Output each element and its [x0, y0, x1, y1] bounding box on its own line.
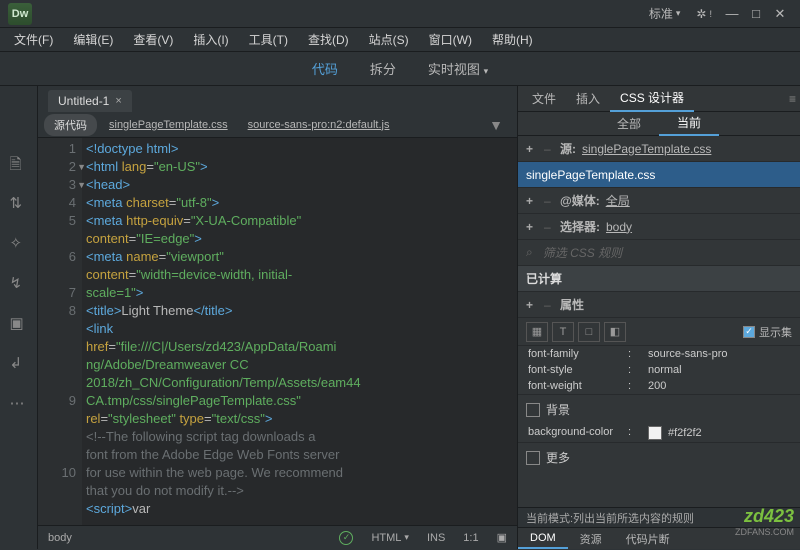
breadcrumb[interactable]: body: [44, 532, 76, 544]
arrows-icon[interactable]: ⇅: [10, 194, 28, 212]
subtab-current[interactable]: 当前: [659, 111, 719, 136]
property-row[interactable]: font-style:normal: [518, 362, 800, 378]
mode-status: 当前模式:列出当前所选内容的规则: [518, 507, 800, 527]
source-code-pill[interactable]: 源代码: [44, 114, 97, 136]
app-logo: Dw: [8, 3, 32, 25]
search-icon: ⌕: [526, 245, 533, 260]
subtab-all[interactable]: 全部: [599, 112, 659, 135]
property-row[interactable]: font-weight:200: [518, 378, 800, 394]
border-category-icon[interactable]: □: [578, 322, 600, 342]
funnel-icon[interactable]: ▼: [489, 117, 511, 133]
related-file[interactable]: singlePageTemplate.css: [101, 119, 236, 131]
computed-header[interactable]: 已计算: [518, 266, 800, 292]
file-tab-label: Untitled-1: [58, 94, 109, 108]
media-header[interactable]: + – @媒体: 全局: [518, 188, 800, 214]
lint-ok-icon[interactable]: ✓: [339, 531, 353, 545]
maximize-button[interactable]: □: [746, 6, 766, 22]
menu-item[interactable]: 窗口(W): [419, 31, 482, 48]
background-section[interactable]: 背景: [518, 394, 800, 424]
close-button[interactable]: ✕: [770, 6, 790, 22]
menu-item[interactable]: 插入(I): [183, 31, 238, 48]
insert-mode[interactable]: INS: [423, 532, 449, 544]
show-set-toggle[interactable]: ✓ 显示集: [743, 324, 792, 340]
checkbox-icon[interactable]: ✓: [743, 326, 755, 338]
filter-row[interactable]: ⌕ 筛选 CSS 规则: [518, 240, 800, 266]
workspace-switcher[interactable]: 标准▾: [641, 5, 689, 22]
layout-category-icon[interactable]: ▦: [526, 322, 548, 342]
view-split[interactable]: 拆分: [368, 55, 398, 82]
sources-header[interactable]: + – 源: singlePageTemplate.css: [518, 136, 800, 162]
file-management-icon[interactable]: 🗎: [10, 154, 28, 172]
sync-settings-icon[interactable]: ✲!: [688, 7, 720, 21]
close-icon[interactable]: ×: [115, 95, 121, 107]
more-section[interactable]: 更多: [518, 442, 800, 472]
more-icon[interactable]: ⋯: [10, 394, 28, 412]
tab-insert[interactable]: 插入: [566, 86, 610, 111]
plus-icon[interactable]: +: [526, 220, 538, 234]
code-editor[interactable]: 12▼3▼45678910 <!doctype html><html lang=…: [38, 138, 517, 525]
property-row[interactable]: font-family:source-sans-pro: [518, 346, 800, 362]
view-code[interactable]: 代码: [310, 55, 340, 82]
background-category-icon[interactable]: ◧: [604, 322, 626, 342]
menu-item[interactable]: 文件(F): [4, 31, 63, 48]
background-icon: [526, 403, 540, 417]
tab-snippets[interactable]: 代码片断: [614, 528, 682, 550]
file-tab[interactable]: Untitled-1 ×: [48, 90, 132, 112]
source-item[interactable]: singlePageTemplate.css: [518, 162, 800, 188]
preview-icon[interactable]: ▣: [493, 531, 511, 544]
minimize-button[interactable]: —: [722, 6, 742, 22]
cursor-position: 1:1: [459, 532, 482, 544]
tab-dom[interactable]: DOM: [518, 529, 568, 549]
menu-item[interactable]: 编辑(E): [63, 31, 123, 48]
language-selector[interactable]: HTML ▾: [367, 532, 412, 544]
wand-icon[interactable]: ✧: [10, 234, 28, 252]
panel-menu-icon[interactable]: ≡: [789, 92, 796, 106]
tab-files[interactable]: 文件: [522, 86, 566, 111]
comment-icon[interactable]: ▣: [10, 314, 28, 332]
plus-icon[interactable]: +: [526, 142, 538, 156]
wrap-icon[interactable]: ↲: [10, 354, 28, 372]
related-file[interactable]: source-sans-pro:n2:default.js: [240, 119, 398, 131]
view-live[interactable]: 实时视图 ▾: [426, 55, 490, 82]
plus-icon[interactable]: +: [526, 194, 538, 208]
brush-icon[interactable]: ↯: [10, 274, 28, 292]
property-row[interactable]: background-color : #f2f2f2: [518, 424, 800, 442]
tab-assets[interactable]: 资源: [568, 528, 614, 550]
properties-header[interactable]: + – 属性: [518, 292, 800, 318]
chevron-down-icon: ▾: [484, 66, 489, 76]
text-category-icon[interactable]: T: [552, 322, 574, 342]
color-swatch[interactable]: [648, 426, 662, 440]
more-icon: [526, 451, 540, 465]
menu-item[interactable]: 帮助(H): [482, 31, 543, 48]
menu-item[interactable]: 查找(D): [298, 31, 359, 48]
menu-item[interactable]: 查看(V): [123, 31, 183, 48]
menu-item[interactable]: 工具(T): [239, 31, 298, 48]
plus-icon[interactable]: +: [526, 298, 538, 312]
selectors-header[interactable]: + – 选择器: body: [518, 214, 800, 240]
chevron-down-icon: ▾: [676, 8, 681, 19]
tab-css-designer[interactable]: CSS 设计器: [610, 85, 694, 112]
menu-item[interactable]: 站点(S): [359, 31, 419, 48]
